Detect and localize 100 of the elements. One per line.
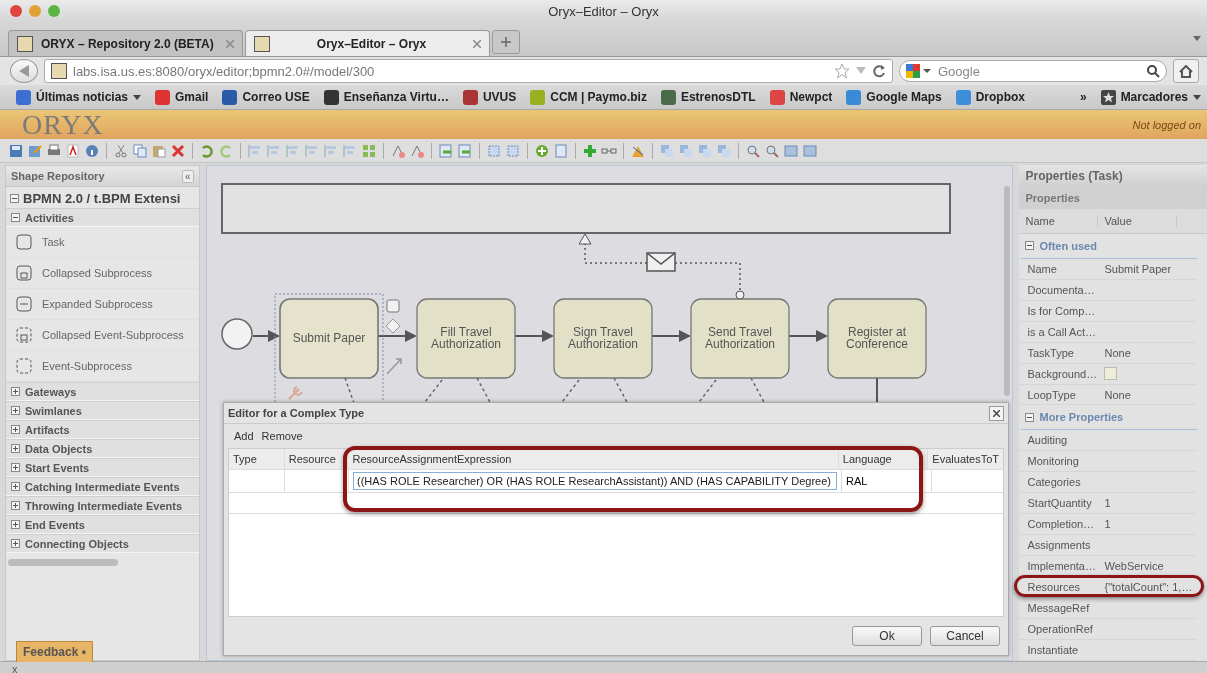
selection-icon[interactable] xyxy=(505,142,521,159)
layer-icon[interactable] xyxy=(697,142,713,159)
plus-icon[interactable] xyxy=(582,142,598,159)
bookmark[interactable]: CCM | Paymo.biz xyxy=(530,89,647,105)
color-swatch[interactable] xyxy=(1104,367,1118,381)
toolbar-button[interactable]: Add xyxy=(234,430,254,442)
shape-group-header[interactable]: Start Events xyxy=(6,458,199,477)
shape-item[interactable]: Event-Subprocess xyxy=(42,360,132,372)
gateway-shape-icon[interactable] xyxy=(385,318,400,334)
overflow-chevron[interactable]: » xyxy=(1079,90,1087,104)
task[interactable] xyxy=(415,298,516,379)
shape-group-header[interactable]: Connecting Objects xyxy=(6,534,199,553)
property-value[interactable]: {"totalCount": 1,… xyxy=(1104,581,1193,594)
home-button[interactable] xyxy=(1173,59,1199,83)
shape-item[interactable]: Collapsed Event-Subprocess xyxy=(42,329,184,341)
search-icon[interactable] xyxy=(1146,64,1160,78)
close-icon[interactable]: x xyxy=(12,663,18,673)
task[interactable] xyxy=(826,298,927,379)
layer-icon[interactable] xyxy=(678,142,694,159)
reload-icon[interactable] xyxy=(872,64,886,78)
document-icon[interactable] xyxy=(553,142,569,159)
close-window-button[interactable] xyxy=(10,5,22,17)
column-header[interactable]: ResourceAssignmentExpression xyxy=(352,453,512,465)
browser-tab[interactable]: ORYX – Repository 2.0 (BETA) xyxy=(8,30,243,56)
window-icon[interactable] xyxy=(802,142,818,159)
expand-icon[interactable] xyxy=(11,539,20,548)
expand-icon[interactable] xyxy=(11,425,20,434)
bookmark[interactable]: Newpct xyxy=(769,89,833,105)
minimize-window-button[interactable] xyxy=(29,5,41,17)
shape-item[interactable]: Collapsed Subprocess xyxy=(42,267,153,279)
collapse-icon[interactable] xyxy=(1025,412,1035,422)
layer-icon[interactable] xyxy=(716,142,732,159)
collapse-icon[interactable] xyxy=(10,194,19,203)
shape-group-header[interactable]: Gateways xyxy=(6,382,199,401)
collapse-button[interactable]: « xyxy=(181,169,194,183)
delete-icon[interactable] xyxy=(170,142,186,159)
align-icon[interactable] xyxy=(285,142,301,159)
collapse-icon[interactable] xyxy=(11,213,20,222)
task[interactable] xyxy=(552,298,653,379)
property-value[interactable]: Submit Paper xyxy=(1104,262,1172,275)
caret-icon[interactable] xyxy=(1193,36,1201,41)
zoom-window-button[interactable] xyxy=(48,5,60,17)
bookmark[interactable]: Gmail xyxy=(155,89,209,105)
import-icon[interactable] xyxy=(438,142,454,159)
shape-item[interactable]: Expanded Subprocess xyxy=(42,298,153,310)
column-header[interactable]: Resource xyxy=(288,453,336,465)
search-box[interactable]: Google xyxy=(899,60,1167,82)
align-icon[interactable] xyxy=(247,142,263,159)
align-icon[interactable] xyxy=(323,142,339,159)
back-button[interactable] xyxy=(10,59,38,83)
task-shape-icon[interactable] xyxy=(386,299,399,313)
close-button[interactable] xyxy=(989,405,1004,421)
align-icon[interactable] xyxy=(266,142,282,159)
property-value[interactable]: None xyxy=(1104,346,1131,359)
feedback-button[interactable]: Feedback • xyxy=(16,641,93,662)
bookmark[interactable]: UVUS xyxy=(462,89,517,105)
grid-icon[interactable] xyxy=(361,142,377,159)
expand-icon[interactable] xyxy=(11,444,20,453)
column-header[interactable]: Type xyxy=(233,453,257,465)
close-tab-icon[interactable] xyxy=(473,39,481,48)
bookmark[interactable]: Dropbox xyxy=(955,89,1025,105)
zoom-in-icon[interactable] xyxy=(745,142,761,159)
pdf-icon[interactable] xyxy=(65,142,81,159)
shape-group-header[interactable]: Catching Intermediate Events xyxy=(6,477,199,496)
task[interactable] xyxy=(689,298,790,379)
address-field[interactable]: labs.isa.us.es:8080/oryx/editor;bpmn2.0#/model/300 xyxy=(44,59,893,83)
bookmarks-menu[interactable]: Marcadores xyxy=(1100,89,1201,105)
wrench-icon[interactable] xyxy=(287,386,303,400)
layer-icon[interactable] xyxy=(659,142,675,159)
selection-icon[interactable] xyxy=(486,142,502,159)
bookmark[interactable]: Enseñanza Virtu… xyxy=(323,89,449,105)
expression-field[interactable]: ((HAS ROLE Researcher) OR (HAS ROLE ResearchAssistant)) AND (HAS CAPABILITY Degree) xyxy=(353,472,837,490)
close-tab-icon[interactable] xyxy=(226,39,234,48)
expand-icon[interactable] xyxy=(11,463,20,472)
expand-icon[interactable] xyxy=(11,387,20,396)
save-icon[interactable] xyxy=(8,142,24,159)
column-header[interactable]: Language xyxy=(842,453,892,465)
bookmark[interactable]: EstrenosDTL xyxy=(660,89,756,105)
expand-icon[interactable] xyxy=(11,501,20,510)
task[interactable] xyxy=(278,298,379,379)
column-header[interactable]: EvaluatesToT xyxy=(932,453,999,465)
new-tab-button[interactable] xyxy=(492,30,520,54)
zoom-out-icon[interactable] xyxy=(764,142,780,159)
property-value[interactable]: WebService xyxy=(1104,560,1164,573)
expand-icon[interactable] xyxy=(11,520,20,529)
copy-icon[interactable] xyxy=(132,142,148,159)
shape-group-header[interactable]: Activities xyxy=(6,208,199,227)
cut-icon[interactable] xyxy=(113,142,129,159)
align-icon[interactable] xyxy=(342,142,358,159)
shape-item[interactable]: Task xyxy=(42,236,65,248)
search-field[interactable]: Google xyxy=(936,62,1142,80)
toolbar-button[interactable]: Remove xyxy=(261,430,303,442)
shape-group-header[interactable]: Data Objects xyxy=(6,439,199,458)
bookmark[interactable]: Correo USE xyxy=(222,89,310,105)
shape-group-header[interactable]: Throwing Intermediate Events xyxy=(6,496,199,515)
zoom-reset-icon[interactable] xyxy=(783,142,799,159)
property-value[interactable]: None xyxy=(1104,388,1131,401)
shape-group-header[interactable]: End Events xyxy=(6,515,199,534)
shape-group-header[interactable]: Artifacts xyxy=(6,420,199,439)
bookmark[interactable]: Google Maps xyxy=(846,89,942,105)
